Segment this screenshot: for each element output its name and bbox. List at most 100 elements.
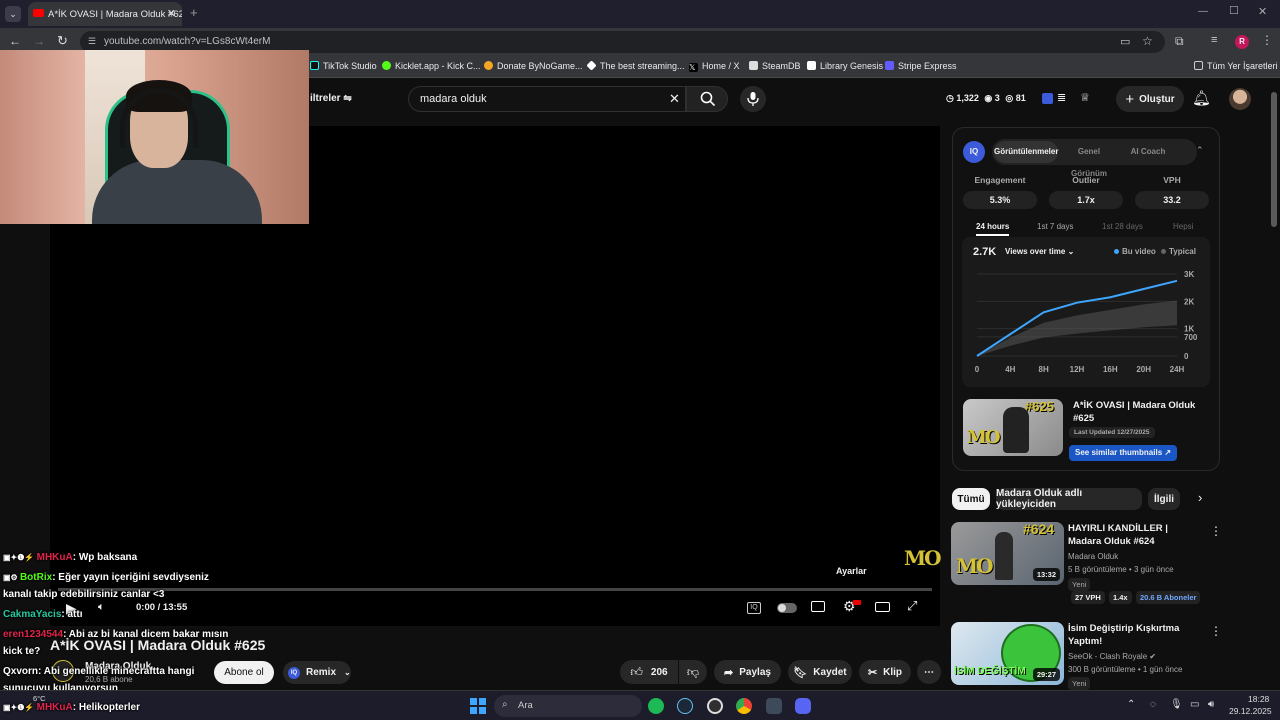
search-input[interactable]: madara olduk ✕: [408, 86, 686, 112]
extensions-icon[interactable]: ⧉: [1175, 34, 1184, 49]
all-bookmarks-folder[interactable]: Tüm Yer İşaretleri: [1194, 61, 1278, 71]
search-icon: ⌕: [502, 699, 508, 710]
display-icon[interactable]: ▭: [1190, 699, 1199, 710]
list-icon[interactable]: ≣: [1057, 91, 1066, 104]
see-similar-button[interactable]: See similar thumbnails ↗: [1069, 445, 1178, 461]
browser-tab-active[interactable]: A*İK OVASI | Madara Olduk #62 ✕: [28, 2, 182, 26]
minimize-button[interactable]: —: [1198, 6, 1208, 17]
iq-tab-ai-coach[interactable]: AI Coach: [1123, 141, 1173, 163]
profile-avatar[interactable]: R: [1235, 35, 1249, 49]
video-thumbnail[interactable]: MO #625: [963, 399, 1063, 456]
share-button[interactable]: ➦ Paylaş: [714, 660, 781, 684]
discord-icon[interactable]: [795, 698, 811, 714]
tab-list-button[interactable]: ⌄: [5, 6, 21, 22]
tray-overflow-icon[interactable]: ⌃: [1127, 699, 1135, 710]
time-tab-all[interactable]: Hepsi: [1173, 222, 1193, 231]
new-badge: Yeni: [1068, 578, 1091, 591]
start-button[interactable]: [470, 698, 486, 714]
site-info-icon[interactable]: ☰: [88, 36, 96, 47]
obs-icon[interactable]: [707, 698, 723, 714]
search-button[interactable]: [686, 86, 728, 112]
time-tab-28d[interactable]: 1st 28 days: [1102, 222, 1143, 231]
x-tick-label: 20H: [1136, 365, 1151, 374]
clip-button[interactable]: ✂ Klip: [859, 660, 911, 684]
recommendation-title[interactable]: İsim Değiştirip Kışkırtma Yaptım!: [1068, 622, 1202, 648]
bookmark-item[interactable]: SteamDB: [749, 61, 801, 71]
forward-icon[interactable]: →: [33, 34, 45, 48]
chrome-icon[interactable]: [736, 698, 752, 714]
bookmark-item[interactable]: Stripe Express: [885, 61, 957, 71]
tab-close-icon[interactable]: ✕: [167, 7, 176, 20]
page-scrollbar[interactable]: [1271, 92, 1277, 227]
recommendation-thumbnail[interactable]: MO #624 13:32: [951, 522, 1064, 585]
iq-tab-overview[interactable]: Genel Görünüm: [1060, 141, 1118, 178]
bookmark-item[interactable]: Kicklet.app - Kick C...: [382, 61, 481, 71]
volume-icon[interactable]: 🔈︎: [98, 601, 105, 614]
recommendation-title[interactable]: HAYIRLI KANDİLLER | Madara Olduk #624: [1068, 522, 1202, 548]
iq-extension-icon[interactable]: [1042, 93, 1053, 104]
chip-all[interactable]: Tümü: [952, 488, 990, 510]
bookmark-item[interactable]: Donate ByNoGame...: [484, 61, 583, 71]
bookmark-item[interactable]: Library Genesis: [807, 61, 883, 71]
bookmark-item[interactable]: The best streaming...: [586, 60, 685, 71]
iq-player-icon[interactable]: IQ: [747, 602, 761, 614]
like-button[interactable]: 👍︎ 206: [620, 660, 678, 684]
chat-badges-icon: ▣✦❶⚡: [3, 553, 37, 562]
cast-icon[interactable]: ▭: [1120, 35, 1130, 48]
chip-from-uploader[interactable]: Madara Olduk adlı yükleyiciden: [996, 488, 1142, 510]
collapse-icon[interactable]: ⌃: [1196, 145, 1204, 156]
maximize-button[interactable]: ☐: [1229, 4, 1239, 17]
more-actions-button[interactable]: ⋯: [917, 660, 941, 684]
recommendation-channel[interactable]: Madara Olduk: [1068, 552, 1118, 561]
reading-list-icon[interactable]: ≡: [1211, 34, 1217, 46]
app-icon[interactable]: [766, 698, 782, 714]
remix-button[interactable]: IQ Remix ⌄: [283, 661, 351, 684]
browser-menu-icon[interactable]: ⋮: [1261, 33, 1273, 47]
back-icon[interactable]: ←: [9, 34, 21, 48]
bookmark-star-icon[interactable]: ☆: [1142, 34, 1153, 48]
chat-message: Qxvorn: Abi genellikle minecraftta hangi: [3, 666, 195, 677]
clock-time[interactable]: 18:28: [1248, 694, 1269, 704]
webcam-person-body: [92, 160, 262, 224]
fullscreen-icon[interactable]: ⤢: [907, 598, 917, 614]
chips-next-icon[interactable]: ›: [1198, 490, 1202, 505]
recommendation-more-icon[interactable]: ⋮: [1210, 624, 1222, 638]
iq-tab-views[interactable]: Görüntülenmeler: [994, 141, 1058, 163]
voice-search-button[interactable]: [740, 86, 766, 112]
spotify-icon[interactable]: [648, 698, 664, 714]
chip-related[interactable]: İlgili: [1148, 488, 1180, 510]
filters-button[interactable]: iltreler ⇋: [310, 93, 352, 104]
time-tab-24h[interactable]: 24 hours: [976, 222, 1010, 236]
recommendation-more-icon[interactable]: ⋮: [1210, 524, 1222, 538]
clock-date[interactable]: 29.12.2025: [1229, 706, 1272, 716]
vph-badge: 27 VPH: [1071, 591, 1105, 604]
time-tab-7d[interactable]: 1st 7 days: [1037, 222, 1073, 231]
recommendation-thumbnail[interactable]: İSİM DEĞİŞTİM 29:27: [951, 622, 1064, 685]
taskbar-search[interactable]: ⌕ Ara: [494, 695, 642, 717]
user-avatar[interactable]: [1229, 88, 1251, 110]
steam-icon[interactable]: [677, 698, 693, 714]
close-window-button[interactable]: ✕: [1258, 5, 1267, 18]
reload-icon[interactable]: ↻: [57, 33, 68, 49]
create-button[interactable]: + Oluştur: [1116, 86, 1184, 112]
recommendation-channel[interactable]: SeeOk - Clash Royale ✔: [1068, 652, 1156, 661]
channel-watermark-logo: MO: [904, 546, 942, 570]
progress-bar[interactable]: [58, 588, 932, 591]
dislike-button[interactable]: 👎︎: [679, 660, 707, 684]
bookmark-item[interactable]: TikTok Studio: [310, 61, 377, 71]
clear-search-icon[interactable]: ✕: [669, 91, 680, 107]
subscribe-button[interactable]: Abone ol: [214, 661, 274, 684]
save-button[interactable]: 🔖︎ Kaydet: [788, 660, 852, 684]
microphone-tray-icon[interactable]: 🎙︎: [1170, 699, 1183, 710]
subtitles-icon[interactable]: [811, 601, 825, 612]
theater-mode-icon[interactable]: [875, 602, 890, 612]
speaker-icon[interactable]: 🔊︎: [1208, 699, 1214, 710]
trophy-icon[interactable]: ♕: [1080, 91, 1090, 104]
bookmark-item[interactable]: 𝕏 Home / X: [689, 61, 740, 72]
notifications-bell-icon[interactable]: 🔔︎: [1192, 89, 1211, 107]
new-tab-button[interactable]: +: [190, 5, 198, 20]
network-icon[interactable]: ◌: [1150, 699, 1156, 710]
autoplay-toggle[interactable]: [777, 603, 797, 613]
views-over-time-chart: 2.7K Views over time ⌄ Bu video Typical …: [962, 237, 1210, 387]
thumbnail-figure: [995, 532, 1013, 580]
